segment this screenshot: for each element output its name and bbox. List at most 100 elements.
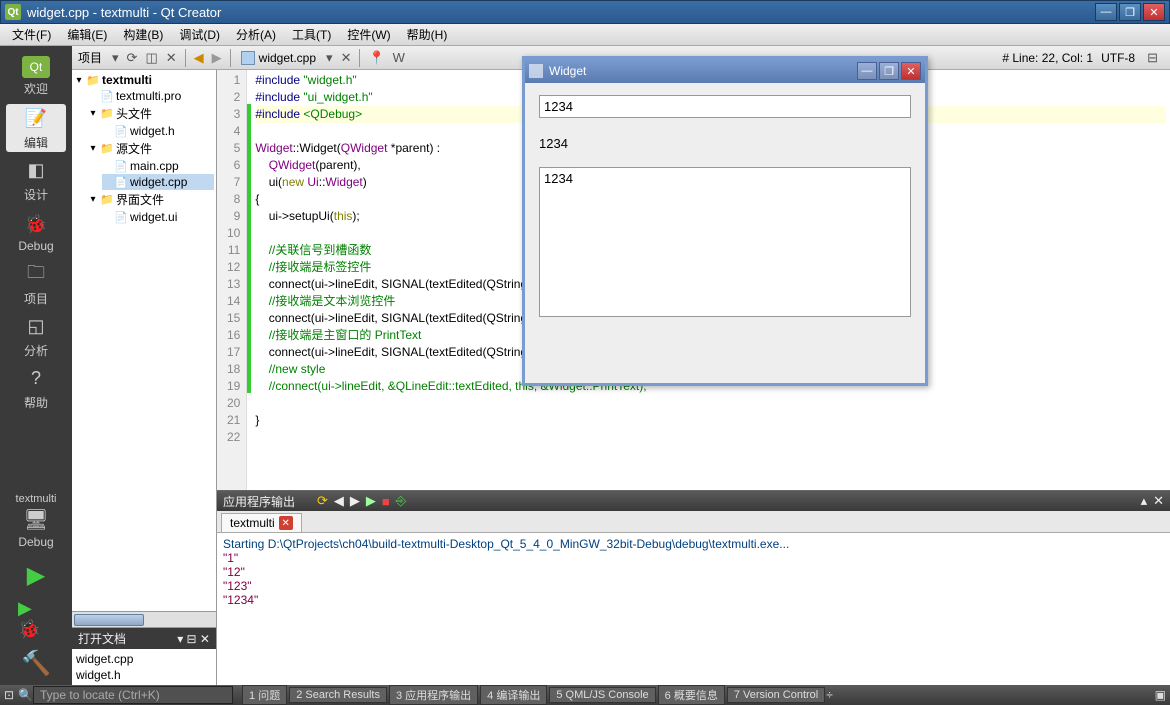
tree-scrollbar[interactable] [72,611,216,627]
cpp-file-icon [241,51,255,65]
stop-icon[interactable]: ■ [382,494,390,509]
open-documents-header[interactable]: 打开文档▾ ⊟ ✕ [72,628,216,649]
headers-folder[interactable]: ▾📁头文件 [88,104,214,123]
ui-file-icon: 📄 [114,210,128,224]
file-tab[interactable]: widget.cpp [235,51,322,65]
forward-button[interactable]: ▶ [208,50,226,66]
locator-icon[interactable]: ⊡ [4,688,14,702]
output-tab[interactable]: textmulti✕ [221,513,302,532]
chevron-icon[interactable]: ÷ [826,688,833,702]
open-file-item[interactable]: widget.cpp [76,651,212,667]
project-icon: 📁 [86,73,100,87]
line-edit[interactable] [539,95,911,118]
minimize-button[interactable]: — [1095,3,1117,21]
widget-close-button[interactable]: ✕ [901,62,921,80]
ui-file[interactable]: 📄widget.ui [102,209,214,225]
status-tab-appout[interactable]: 3 应用程序输出 [389,685,478,705]
source-file-main[interactable]: 📄main.cpp [102,158,214,174]
widget-minimize-button[interactable]: — [857,62,877,80]
back-button[interactable]: ◀ [190,50,208,66]
label-widget: 1234 [539,136,911,151]
dropdown-icon[interactable]: ▾ [322,50,337,66]
run-debug-button[interactable]: ▶🐞 [18,601,54,637]
status-tab-search[interactable]: 2 Search Results [289,687,387,703]
mode-help[interactable]: ?帮助 [6,364,66,412]
analyze-icon: ◱ [22,314,50,340]
menu-file[interactable]: 文件(F) [4,24,59,45]
mode-design[interactable]: ◧设计 [6,156,66,204]
progress-toggle-icon[interactable]: ▣ [1155,688,1166,702]
status-tab-general[interactable]: 6 概要信息 [658,685,725,705]
qt-logo-icon: Qt [5,4,21,20]
cpp-file-icon: 📄 [114,159,128,173]
menu-edit[interactable]: 编辑(E) [59,24,115,45]
design-icon: ◧ [22,158,50,184]
tab-close-icon[interactable]: ✕ [337,50,356,66]
edit-icon: 📝 [22,106,50,132]
locator-input[interactable]: Type to locate (Ctrl+K) [33,686,233,704]
mode-debug[interactable]: 🐞Debug [6,208,66,256]
close-output-icon[interactable]: ✕ [1153,493,1164,509]
source-file-widget[interactable]: 📄widget.cpp [102,174,214,190]
mode-analyze[interactable]: ◱分析 [6,312,66,360]
mode-bar: Qt欢迎 📝编辑 ◧设计 🐞Debug 🗀项目 ◱分析 ?帮助 textmult… [0,46,72,685]
header-file[interactable]: 📄widget.h [102,123,214,139]
menu-build[interactable]: 构建(B) [115,24,171,45]
bug-icon: 🐞 [22,211,50,237]
kit-selector[interactable]: textmulti 🖥 Debug [16,489,57,553]
menu-window[interactable]: 控件(W) [339,24,398,45]
running-widget-window[interactable]: Widget — ❐ ✕ 1234 1234 [522,56,928,386]
folder-icon: 🗀 [22,262,50,288]
menu-tools[interactable]: 工具(T) [284,24,339,45]
attach-icon[interactable]: ⎆ [396,493,406,509]
status-tab-qml[interactable]: 5 QML/JS Console [549,687,655,703]
next-icon[interactable]: ▶ [350,493,360,509]
project-combo-label[interactable]: 项目 [72,49,108,66]
project-root[interactable]: ▾📁textmulti [74,72,214,88]
mode-welcome[interactable]: Qt欢迎 [6,52,66,100]
build-button[interactable]: 🔨 [18,645,54,681]
status-tab-vcs[interactable]: 7 Version Control [727,687,825,703]
output-text[interactable]: Starting D:\QtProjects\ch04\build-textmu… [217,533,1170,685]
qt-icon: Qt [22,56,50,78]
status-tab-compile[interactable]: 4 编译输出 [480,685,547,705]
monitor-icon: 🖥 [18,505,54,533]
pro-file[interactable]: 📄textmulti.pro [88,88,214,104]
encoding-label[interactable]: UTF-8 [1101,51,1135,65]
play-icon[interactable]: ▶ [366,493,376,509]
menu-analyze[interactable]: 分析(A) [228,24,284,45]
output-title: 应用程序输出 [223,493,295,510]
split-icon[interactable]: ◫ [141,50,161,66]
menubar: 文件(F) 编辑(E) 构建(B) 调试(D) 分析(A) 工具(T) 控件(W… [0,24,1170,46]
mode-projects[interactable]: 🗀项目 [6,260,66,308]
app-icon [529,64,543,78]
mode-edit[interactable]: 📝编辑 [6,104,66,152]
filter-icon[interactable]: ▾ [108,50,123,66]
close-button[interactable]: ✕ [1143,3,1165,21]
menu-help[interactable]: 帮助(H) [399,24,456,45]
cpp-file-icon: 📄 [114,175,128,189]
maximize-button[interactable]: ❐ [1119,3,1141,21]
status-bar: ⊡ 🔍 Type to locate (Ctrl+K) 1 问题 2 Searc… [0,685,1170,705]
marker-icon[interactable]: W [389,50,409,65]
sync-icon[interactable]: ⟳ [123,50,142,66]
forms-folder[interactable]: ▾📁界面文件 [88,190,214,209]
help-icon: ? [22,366,50,392]
close-pane-icon[interactable]: ✕ [162,50,181,66]
prev-icon[interactable]: ◀ [334,493,344,509]
cursor-status: # Line: 22, Col: 1 [1002,51,1093,65]
widget-title: Widget [549,64,586,78]
status-tab-issues[interactable]: 1 问题 [242,685,287,705]
menu-debug[interactable]: 调试(D) [171,24,228,45]
folder-icon: 📁 [100,142,114,156]
widget-maximize-button[interactable]: ❐ [879,62,899,80]
split-h-icon[interactable]: ⊟ [1143,50,1162,66]
run-button[interactable]: ▶ [18,557,54,593]
text-browser[interactable]: 1234 [539,167,911,317]
min-icon[interactable]: ▴ [1141,493,1148,509]
open-file-item[interactable]: widget.h [76,667,212,683]
rerun-icon[interactable]: ⟳ [317,493,328,509]
bookmark-icon[interactable]: 📍 [364,50,388,66]
sources-folder[interactable]: ▾📁源文件 [88,139,214,158]
tab-close-icon[interactable]: ✕ [279,516,293,530]
